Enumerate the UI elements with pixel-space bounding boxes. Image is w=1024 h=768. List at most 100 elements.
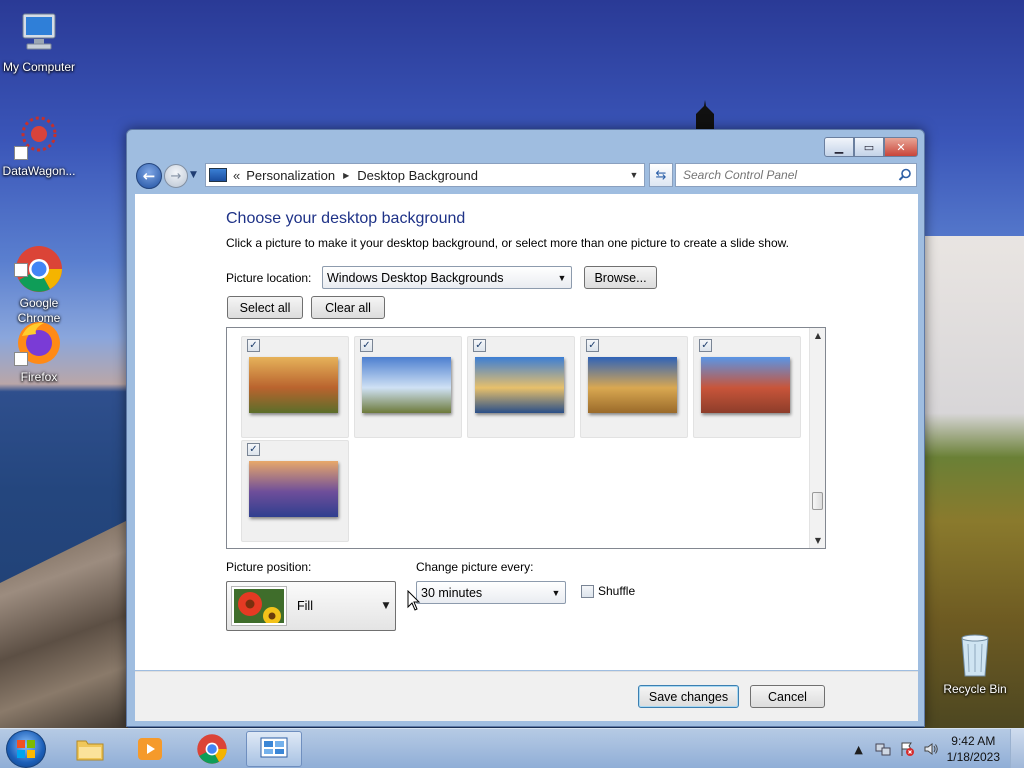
wallpaper-checkbox[interactable]: ✓ bbox=[699, 339, 712, 352]
close-button[interactable]: ✕ bbox=[884, 137, 918, 157]
chevron-down-icon: ▼ bbox=[551, 587, 561, 598]
address-overflow-chevron[interactable]: « bbox=[233, 168, 240, 183]
wallpaper-thumbnail-lupine-sunset[interactable] bbox=[249, 461, 338, 517]
wallpaper-thumbnail-rock-lake[interactable] bbox=[475, 357, 564, 413]
control-panel-icon bbox=[260, 737, 288, 758]
chevron-down-icon: ▼ bbox=[557, 272, 567, 283]
wallpaper-checkbox[interactable]: ✓ bbox=[473, 339, 486, 352]
address-bar[interactable]: « Personalization ▶ Desktop Background ▼ bbox=[205, 163, 645, 187]
change-picture-label: Change picture every: bbox=[416, 560, 534, 574]
taskbar-control-panel[interactable] bbox=[246, 731, 302, 767]
mouse-cursor-icon bbox=[407, 590, 421, 611]
wallpaper-checkbox[interactable]: ✓ bbox=[586, 339, 599, 352]
wallpaper-thumbnail-sunset-field[interactable] bbox=[249, 357, 338, 413]
position-preview-image bbox=[231, 586, 287, 626]
clock-time: 9:42 AM bbox=[951, 734, 996, 748]
taskbar-media-player[interactable] bbox=[122, 731, 178, 767]
shortcut-arrow-icon bbox=[14, 352, 28, 366]
desktop-icon-recycle-bin[interactable]: Recycle Bin bbox=[933, 630, 1017, 697]
desktop-icon-datawagon[interactable]: DataWagon... bbox=[0, 112, 81, 179]
chevron-down-icon: ▼ bbox=[382, 601, 390, 611]
shortcut-arrow-icon bbox=[14, 146, 28, 160]
wallpaper-tile-sunset-field[interactable]: ✓ bbox=[241, 336, 349, 438]
chrome-icon bbox=[197, 734, 227, 764]
instructions-text: Click a picture to make it your desktop … bbox=[226, 236, 789, 250]
show-desktop-button[interactable] bbox=[1010, 729, 1024, 768]
forward-button[interactable]: → bbox=[164, 164, 188, 188]
chrome-icon bbox=[14, 229, 64, 292]
show-hidden-icons-icon[interactable]: ▲ bbox=[851, 741, 867, 757]
picture-location-label: Picture location: bbox=[226, 271, 312, 285]
computer-icon bbox=[14, 8, 64, 58]
desktop-icon-label: DataWagon... bbox=[2, 164, 76, 178]
save-changes-button[interactable]: Save changes bbox=[638, 685, 739, 708]
control-panel-icon bbox=[209, 168, 227, 182]
cancel-button[interactable]: Cancel bbox=[750, 685, 825, 708]
desktop-icon-label: Firefox bbox=[20, 370, 58, 384]
datawagon-icon bbox=[14, 112, 64, 162]
scroll-up-icon[interactable]: ▲ bbox=[810, 331, 825, 340]
change-picture-interval-value: 30 minutes bbox=[421, 585, 483, 600]
wallpaper-checkbox[interactable]: ✓ bbox=[360, 339, 373, 352]
breadcrumb-personalization[interactable]: Personalization bbox=[246, 168, 335, 183]
shuffle-checkbox[interactable]: Shuffle bbox=[581, 584, 635, 598]
breadcrumb-desktop-background[interactable]: Desktop Background bbox=[357, 168, 478, 183]
taskbar-google-chrome[interactable] bbox=[184, 731, 240, 767]
clock-date: 1/18/2023 bbox=[946, 750, 1000, 764]
desktop-icon-firefox[interactable]: Firefox bbox=[0, 318, 81, 385]
desktop-icon-my-computer[interactable]: My Computer bbox=[0, 8, 81, 75]
clear-all-button[interactable]: Clear all bbox=[311, 296, 385, 319]
taskbar-file-explorer[interactable] bbox=[62, 731, 118, 767]
scroll-down-icon[interactable]: ▼ bbox=[810, 536, 825, 545]
window-caption-buttons: ▁ ▭ ✕ bbox=[824, 137, 918, 157]
media-player-icon bbox=[138, 738, 162, 760]
address-history-dropdown[interactable]: ▼ bbox=[624, 170, 644, 180]
browse-button[interactable]: Browse... bbox=[584, 266, 657, 289]
forward-arrow-icon: → bbox=[170, 168, 182, 184]
picture-location-select[interactable]: Windows Desktop Backgrounds ▼ bbox=[322, 266, 572, 289]
search-icon[interactable] bbox=[894, 165, 916, 185]
recent-pages-dropdown[interactable]: ▼ bbox=[190, 170, 197, 180]
folder-icon bbox=[76, 740, 104, 761]
wallpaper-tile-rock-lake[interactable]: ✓ bbox=[467, 336, 575, 438]
network-icon[interactable] bbox=[875, 741, 891, 757]
refresh-icon: ⇆ bbox=[655, 167, 667, 183]
wallpaper-tile-lupine-sunset[interactable]: ✓ bbox=[241, 440, 349, 542]
wallpaper-thumbnail-lighthouse[interactable] bbox=[362, 357, 451, 413]
content-area: Choose your desktop background Click a p… bbox=[135, 194, 918, 670]
action-center-icon[interactable] bbox=[899, 741, 915, 757]
change-picture-interval-select[interactable]: 30 minutes ▼ bbox=[416, 581, 566, 604]
select-all-button[interactable]: Select all bbox=[227, 296, 303, 319]
picture-position-value: Fill bbox=[297, 599, 313, 613]
breadcrumb-separator-icon[interactable]: ▶ bbox=[343, 171, 349, 180]
desktop-icon-label: My Computer bbox=[2, 60, 76, 74]
wallpaper-rocks bbox=[0, 520, 128, 730]
picture-position-select[interactable]: Fill ▼ bbox=[226, 581, 396, 631]
recycle-bin-icon bbox=[950, 630, 1000, 680]
gallery-scrollbar[interactable]: ▲ ▼ bbox=[809, 328, 825, 548]
volume-icon[interactable] bbox=[923, 741, 939, 757]
picture-position-label: Picture position: bbox=[226, 560, 312, 574]
minimize-button[interactable]: ▁ bbox=[824, 137, 854, 157]
wallpaper-checkbox[interactable]: ✓ bbox=[247, 339, 260, 352]
wallpaper-tile-lighthouse[interactable]: ✓ bbox=[354, 336, 462, 438]
search-input[interactable] bbox=[676, 165, 894, 185]
shuffle-checkbox-box[interactable] bbox=[581, 584, 594, 598]
page-title: Choose your desktop background bbox=[226, 210, 466, 227]
wallpaper-thumbnail-delicate-arch[interactable] bbox=[701, 357, 790, 413]
wallpaper-tile-delicate-arch[interactable]: ✓ bbox=[693, 336, 801, 438]
picture-location-value: Windows Desktop Backgrounds bbox=[327, 270, 504, 285]
back-button[interactable]: ← bbox=[136, 163, 162, 189]
taskbar-clock[interactable]: 9:42 AM 1/18/2023 bbox=[947, 733, 1000, 765]
wallpaper-checkbox[interactable]: ✓ bbox=[247, 443, 260, 456]
start-button[interactable] bbox=[6, 730, 46, 768]
system-tray: ▲ 9:42 AM 1/18/2023 bbox=[851, 729, 1024, 768]
wallpaper-gallery: ✓ ✓ ✓ ✓ ✓ ✓ ▲ ▼ bbox=[226, 327, 826, 549]
maximize-button[interactable]: ▭ bbox=[854, 137, 884, 157]
desktop-background-window: ▁ ▭ ✕ ← → ▼ « Personalization ▶ Desktop … bbox=[126, 129, 925, 727]
wallpaper-thumbnail-hay-bale[interactable] bbox=[588, 357, 677, 413]
navigation-bar: ← → ▼ « Personalization ▶ Desktop Backgr… bbox=[135, 161, 918, 191]
refresh-button[interactable]: ⇆ bbox=[649, 163, 673, 187]
wallpaper-tile-hay-bale[interactable]: ✓ bbox=[580, 336, 688, 438]
scroll-thumb[interactable] bbox=[812, 492, 823, 510]
